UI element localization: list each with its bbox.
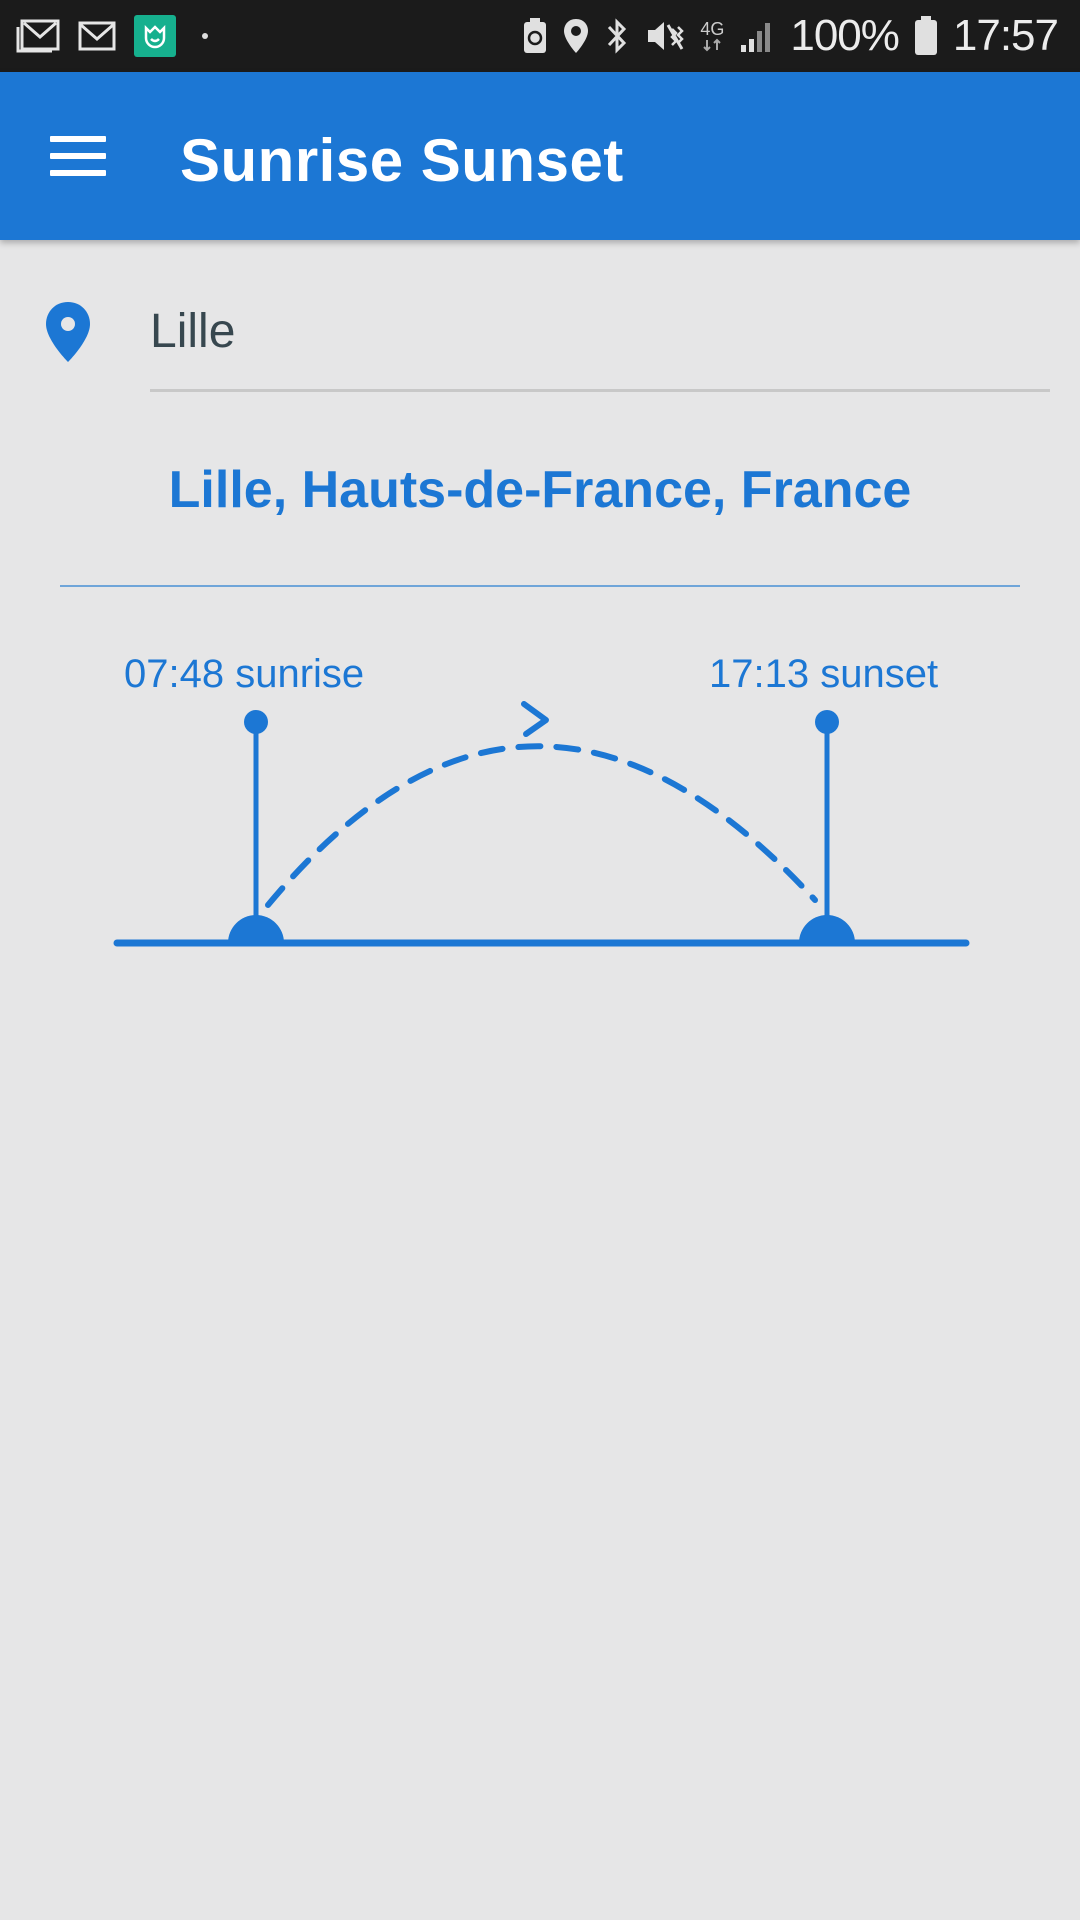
battery-icon	[913, 15, 939, 57]
gmail-photo-icon	[16, 19, 60, 53]
sunset-sun-icon	[799, 915, 855, 943]
location-input[interactable]	[150, 296, 1050, 366]
divider	[60, 585, 1020, 587]
place-name: Lille, Hauts-de-France, France	[168, 461, 912, 519]
battery-saver-icon	[522, 17, 548, 55]
clock: 17:57	[952, 11, 1059, 60]
signal-icon	[738, 17, 776, 55]
status-bar: 4G 100% 17:57	[0, 0, 1080, 72]
sun-path-arc	[265, 743, 818, 908]
sunrise-sun-icon	[228, 915, 284, 943]
battery-percent: 100%	[790, 11, 900, 60]
location-pin-icon	[46, 302, 90, 362]
more-notifications-dot	[202, 33, 208, 39]
sunrise-marker-dot	[244, 710, 268, 734]
app-bar: Sunrise Sunset	[0, 72, 1080, 240]
sun-path-arrow-icon	[521, 701, 549, 737]
gmail-icon	[78, 21, 116, 51]
bluetooth-icon	[604, 17, 630, 55]
mi-fit-icon	[134, 15, 176, 57]
sunset-marker-dot	[815, 710, 839, 734]
network-type-label: 4G	[700, 19, 725, 39]
system-status-icons: 4G 100% 17:57	[522, 10, 1059, 62]
notification-icons	[16, 14, 208, 58]
hamburger-menu-icon[interactable]	[50, 130, 116, 182]
location-input-underline	[150, 389, 1050, 392]
sun-path-diagram	[113, 701, 970, 947]
app-title: Sunrise Sunset	[180, 127, 624, 194]
location-icon	[562, 17, 590, 55]
vibrate-mute-icon	[644, 17, 686, 55]
network-type-icon: 4G	[700, 20, 724, 52]
